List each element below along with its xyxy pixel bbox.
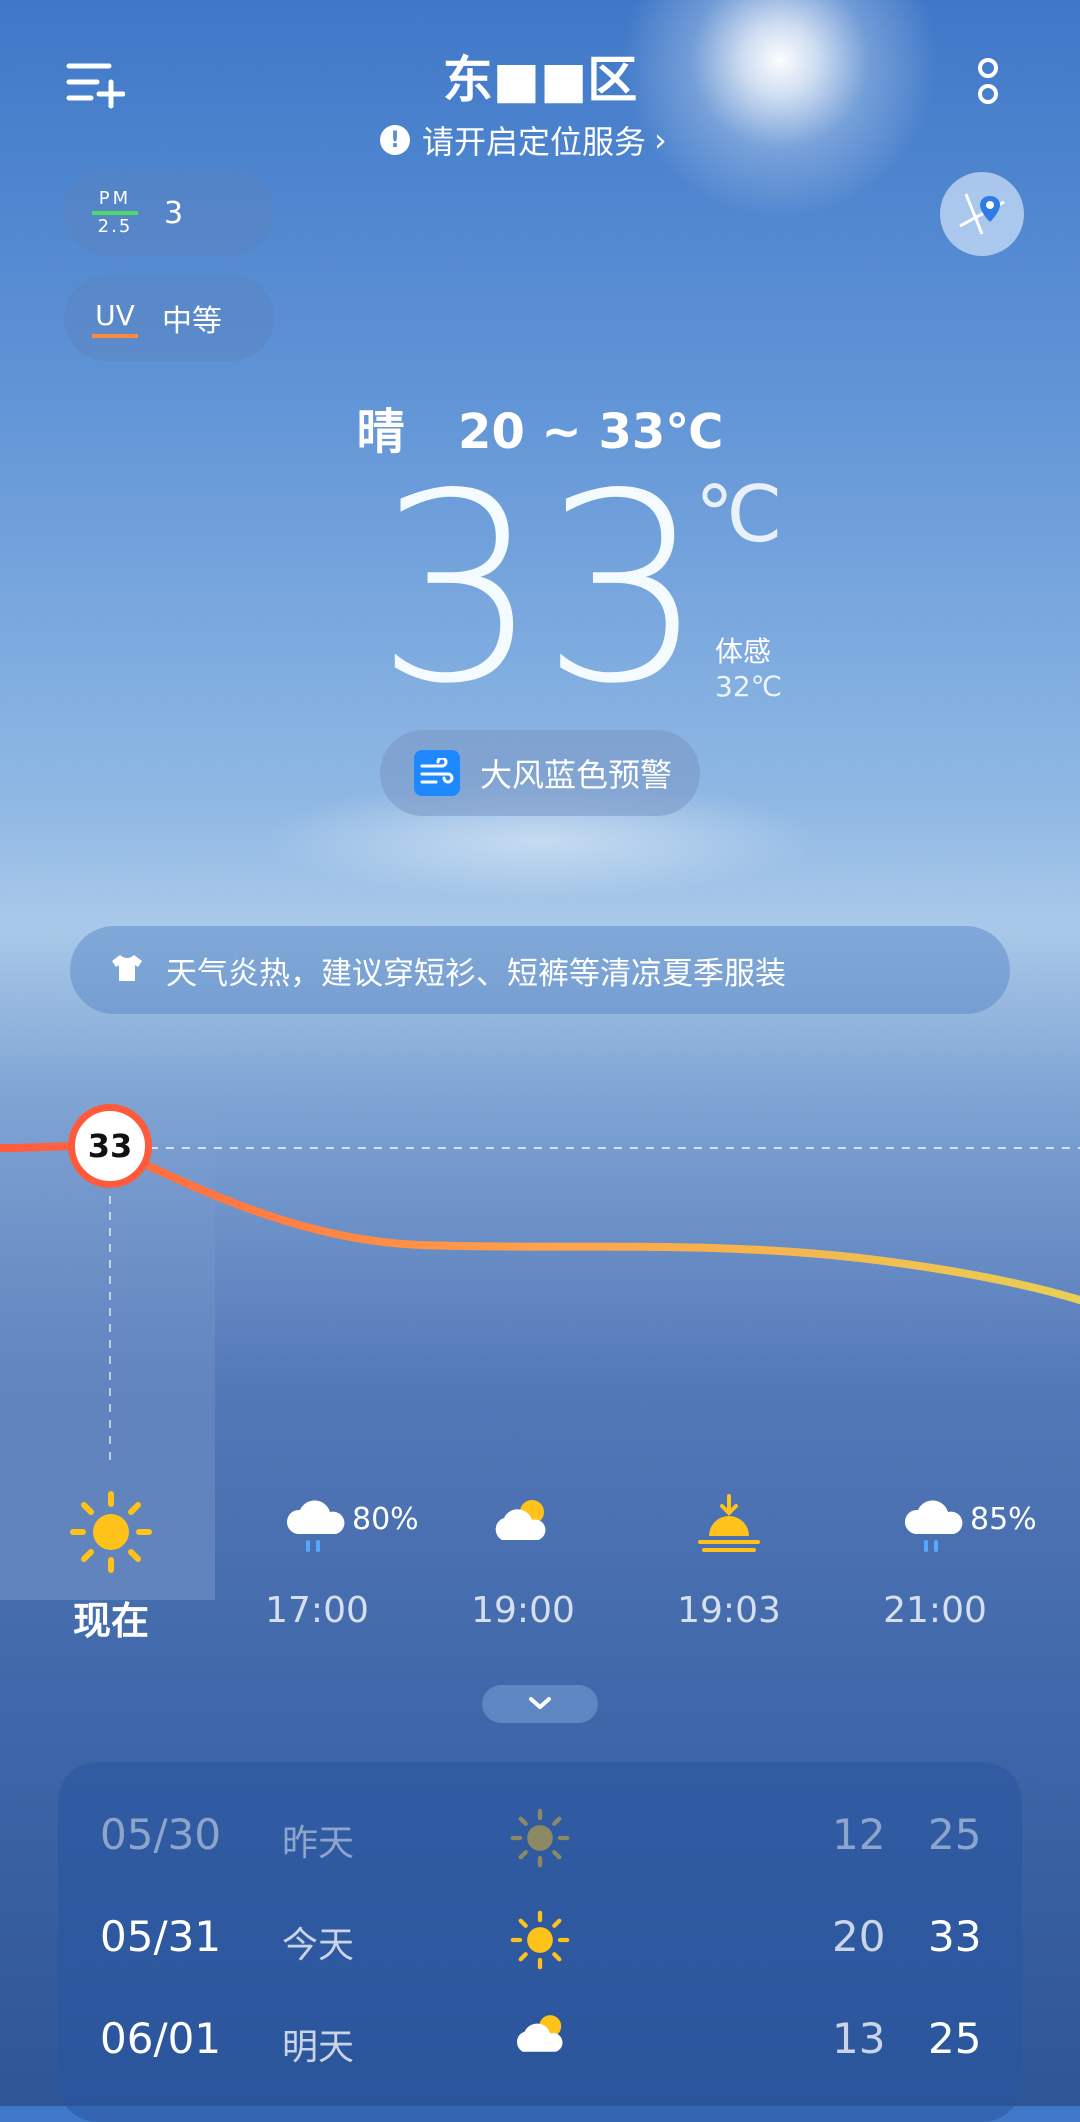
location-service-notice[interactable]: ! 请开启定位服务 ›: [380, 115, 710, 165]
location-name[interactable]: 东■■区: [340, 40, 740, 112]
current-temp-marker-label: 33: [87, 1127, 133, 1165]
map-pin-icon: [959, 193, 1005, 235]
info-icon: !: [380, 125, 410, 155]
uv-value: 中等: [162, 304, 222, 339]
weather-alert-badge[interactable]: 大风蓝色预警: [380, 730, 700, 816]
sun-icon: [510, 1808, 570, 1878]
current-temperature: 33: [375, 439, 706, 741]
clothing-advice-text: 天气炎热，建议穿短衫、短裤等清凉夏季服装: [166, 955, 786, 992]
feels-like-label: 体感: [715, 635, 772, 668]
chevron-down-icon: [529, 1697, 551, 1709]
uv-badge[interactable]: UV 中等: [64, 275, 274, 361]
chevron-right-icon: ›: [654, 121, 667, 159]
daily-date: 05/31: [100, 1912, 222, 1961]
hourly-time: 现在: [72, 1599, 149, 1643]
daily-date: 05/30: [100, 1810, 222, 1859]
sunset-icon: [649, 1490, 809, 1580]
clothing-advice-banner[interactable]: 天气炎热，建议穿短衫、短裤等清凉夏季服装: [70, 926, 1010, 1014]
daily-low: 12: [832, 1810, 886, 1859]
hourly-temperature-chart: [0, 1142, 1080, 1460]
daily-high: 25: [928, 1810, 982, 1859]
hourly-time: 19:00: [471, 1590, 575, 1631]
alert-text: 大风蓝色预警: [480, 756, 673, 794]
daily-day-label: 今天: [282, 1925, 355, 1966]
daily-row-yesterday[interactable]: 05/30 昨天 12 25: [60, 1782, 1020, 1882]
hourly-time: 21:00: [883, 1590, 987, 1631]
sun-icon: [31, 1490, 191, 1580]
daily-day-label: 昨天: [282, 1823, 355, 1864]
current-temp-marker: 33: [68, 1104, 152, 1188]
daily-row-tomorrow[interactable]: 06/01 明天 13 25: [60, 1986, 1020, 2086]
add-city-list-icon[interactable]: [60, 55, 130, 115]
precip-probability: 80%: [352, 1502, 419, 1537]
partly-cloudy-icon: [443, 1490, 603, 1580]
daily-high: 33: [928, 1912, 982, 1961]
hourly-item[interactable]: 19:03: [649, 1490, 809, 1631]
temperature-unit: ℃: [695, 470, 783, 560]
hourly-time: 17:00: [265, 1590, 369, 1631]
precip-probability: 85%: [970, 1502, 1037, 1537]
partly-cloudy-icon: [510, 2006, 574, 2080]
sun-icon: [510, 1910, 570, 1980]
daily-high: 25: [928, 2014, 982, 2063]
expand-hourly-button[interactable]: [482, 1685, 598, 1723]
pm25-label: PM 2.5: [92, 190, 138, 236]
hourly-item[interactable]: 19:00: [443, 1490, 603, 1631]
more-options-icon[interactable]: [965, 55, 1010, 110]
shirt-icon: [110, 953, 144, 987]
daily-low: 20: [832, 1912, 886, 1961]
temperature-curve: [0, 1142, 1080, 1304]
daily-date: 06/01: [100, 2014, 222, 2063]
daily-row-today[interactable]: 05/31 今天 20 33: [60, 1884, 1020, 1984]
daily-day-label: 明天: [282, 2027, 355, 2068]
pm25-value: 3: [164, 195, 184, 231]
uv-label: UV: [92, 299, 138, 338]
feels-like-value: 32℃: [715, 670, 783, 703]
wind-warning-icon: [414, 750, 460, 796]
map-button[interactable]: [940, 172, 1024, 256]
pm25-badge[interactable]: PM 2.5 3: [64, 170, 274, 256]
hourly-item[interactable]: 现在: [31, 1490, 191, 1645]
hourly-time: 19:03: [677, 1590, 781, 1631]
location-notice-text: 请开启定位服务: [422, 123, 647, 161]
daily-low: 13: [832, 2014, 886, 2063]
